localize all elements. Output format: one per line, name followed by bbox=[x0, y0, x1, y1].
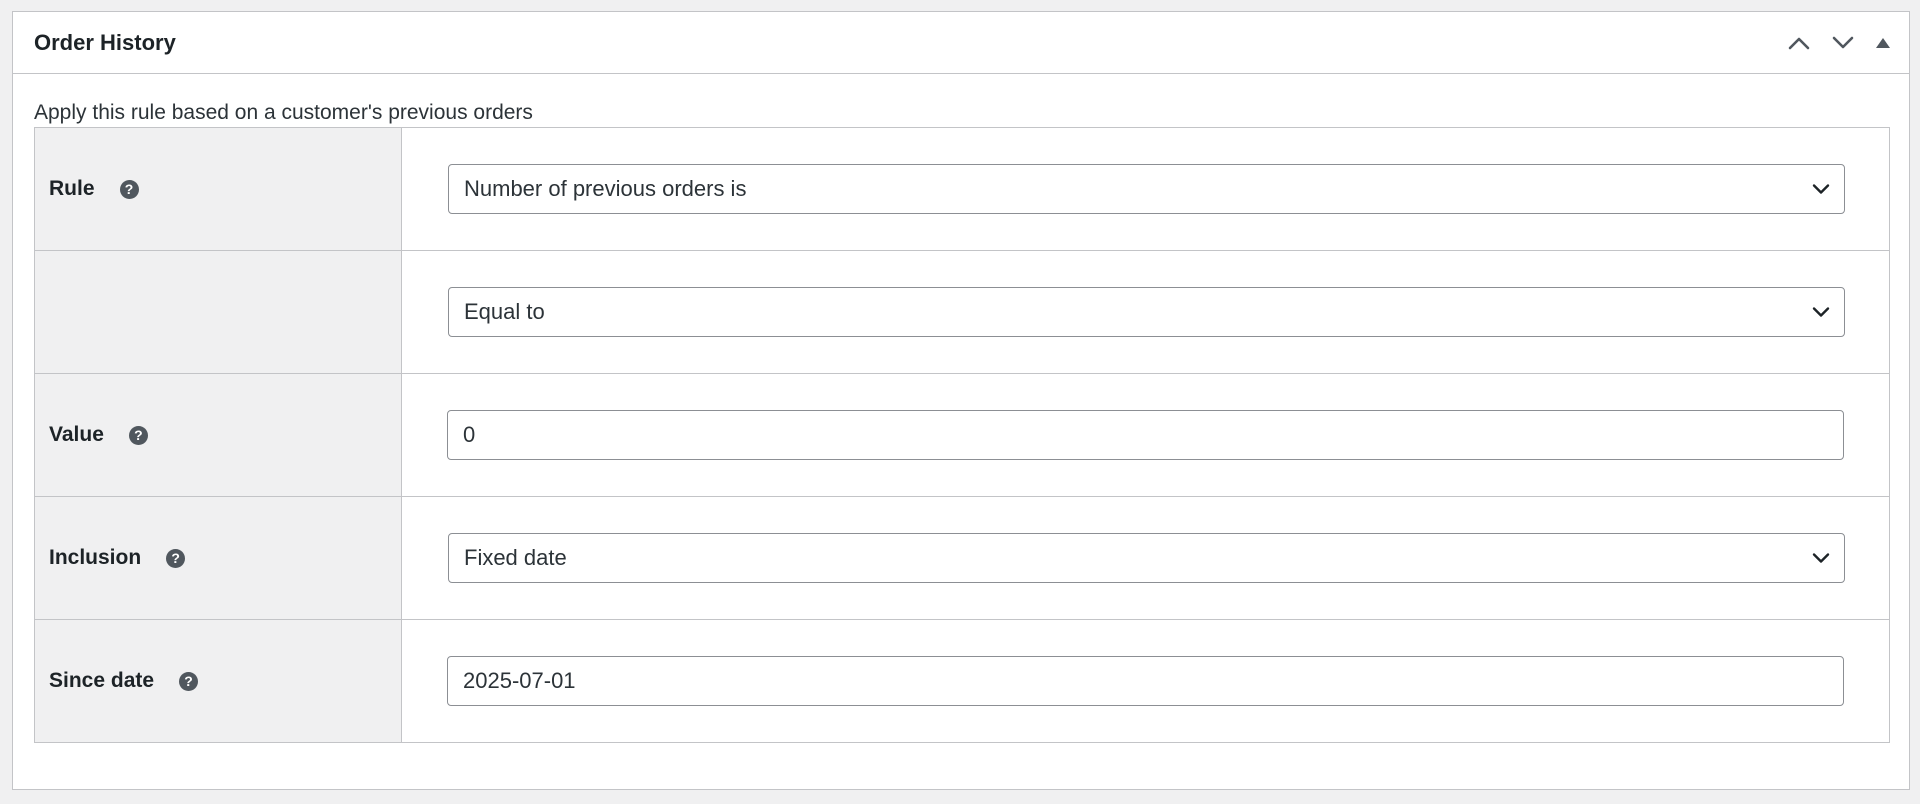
help-icon[interactable]: ? bbox=[119, 179, 139, 199]
since-date-input[interactable] bbox=[447, 656, 1844, 706]
rule-label: Rule bbox=[49, 177, 95, 200]
rule-field-cell: Number of previous orders is bbox=[401, 127, 1890, 251]
chevron-down-icon bbox=[1832, 36, 1854, 48]
chevron-down-icon bbox=[1812, 553, 1830, 563]
table-row: Value ? bbox=[34, 373, 1890, 497]
help-icon[interactable]: ? bbox=[128, 425, 148, 445]
chevron-down-icon bbox=[1812, 307, 1830, 317]
comparison-select[interactable]: Equal to bbox=[448, 287, 1845, 337]
chevron-down-icon bbox=[1812, 184, 1830, 194]
table-row: Since date ? bbox=[34, 619, 1890, 743]
comparison-field-cell: Equal to bbox=[401, 250, 1890, 374]
toggle-panel-button[interactable] bbox=[1865, 21, 1901, 65]
value-label: Value bbox=[49, 423, 104, 446]
order-history-panel: Order History Apply this rule based on a… bbox=[12, 11, 1910, 790]
value-label-cell: Value ? bbox=[34, 373, 402, 497]
help-icon[interactable]: ? bbox=[166, 548, 186, 568]
since-date-label: Since date bbox=[49, 669, 155, 692]
since-date-field-cell bbox=[402, 620, 1890, 743]
inclusion-field-cell: Fixed date bbox=[401, 496, 1890, 620]
rule-select-value: Number of previous orders is bbox=[464, 176, 747, 201]
inclusion-label-cell: Inclusion ? bbox=[34, 496, 402, 620]
comparison-label-cell bbox=[34, 250, 402, 374]
move-up-button[interactable] bbox=[1777, 21, 1821, 65]
since-date-label-cell: Since date ? bbox=[34, 619, 402, 743]
value-field-cell bbox=[401, 373, 1890, 497]
table-row: Equal to bbox=[34, 250, 1890, 374]
move-down-button[interactable] bbox=[1821, 21, 1865, 65]
panel-header: Order History bbox=[13, 12, 1909, 74]
help-icon[interactable]: ? bbox=[179, 671, 199, 691]
inclusion-select-value: Fixed date bbox=[464, 545, 567, 570]
rule-settings-table: Rule ? Number of previous orders is Equa… bbox=[34, 127, 1890, 743]
table-row: Inclusion ? Fixed date bbox=[34, 496, 1890, 620]
inclusion-select[interactable]: Fixed date bbox=[448, 533, 1845, 583]
rule-label-cell: Rule ? bbox=[34, 127, 402, 251]
triangle-up-icon bbox=[1876, 37, 1890, 48]
table-row: Rule ? Number of previous orders is bbox=[34, 127, 1890, 251]
comparison-select-value: Equal to bbox=[464, 299, 545, 324]
panel-title: Order History bbox=[34, 29, 176, 55]
inclusion-label: Inclusion bbox=[49, 546, 142, 569]
rule-select[interactable]: Number of previous orders is bbox=[448, 164, 1845, 214]
panel-controls bbox=[1777, 21, 1909, 65]
panel-description: Apply this rule based on a customer's pr… bbox=[34, 101, 533, 124]
chevron-up-icon bbox=[1788, 37, 1810, 49]
panel-body: Apply this rule based on a customer's pr… bbox=[13, 74, 1909, 743]
value-input[interactable] bbox=[447, 410, 1844, 460]
